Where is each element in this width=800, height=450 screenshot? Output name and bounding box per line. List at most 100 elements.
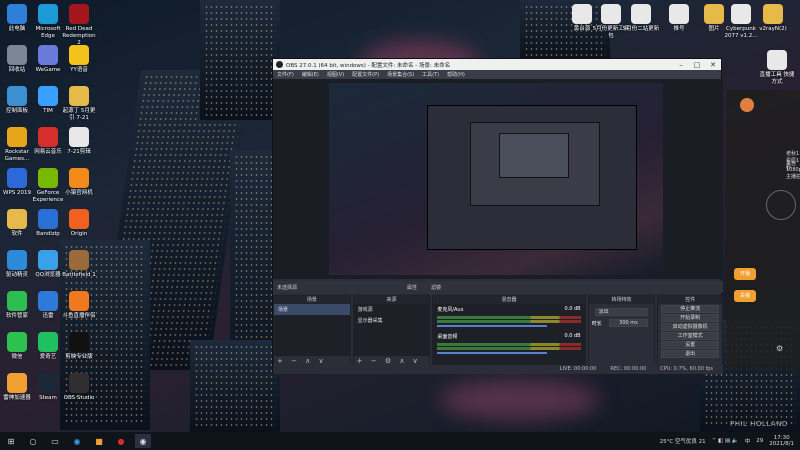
app-icon [69,250,89,270]
volume-slider[interactable] [437,325,548,327]
app-icon [7,373,27,393]
menu-tools[interactable]: 工具(T) [422,71,439,78]
app-icon [38,168,58,188]
desktop-icon[interactable]: 7-21剪辑 [60,127,98,156]
audio-meter [437,320,581,323]
menu-scene-collection[interactable]: 场景集合(S) [387,71,414,78]
close-icon[interactable]: ✕ [705,61,721,69]
duration-input[interactable]: 300 ms [608,319,649,327]
scene-item[interactable]: 场景 [274,304,350,315]
desktop-icon[interactable]: Red Dead Redemption 2 [60,4,98,47]
edge-icon[interactable]: ◉ [69,434,85,448]
app-icon [7,250,27,270]
exit-button[interactable]: 退出 [661,350,720,358]
volume-slider[interactable] [437,352,548,354]
search-icon[interactable]: ○ [25,434,41,448]
menu-file[interactable]: 文件(F) [277,71,294,78]
app-icon [763,4,783,24]
weather-widget[interactable]: 25°C 空气优良 21 [660,437,706,445]
gear-icon[interactable]: ⚙ [776,344,783,353]
tray-icons[interactable]: ⌃ ◧ ▤ 🔈 [712,438,739,444]
desktop-icon[interactable]: 起源丁 5月更引 7-21 [60,86,98,122]
sources-title: 来源 [353,296,430,304]
start-recording-button[interactable]: 开始录制 [661,314,720,322]
mixer-channel-db: 0.0 dB [564,306,581,312]
task-view-icon[interactable]: ▭ [47,434,63,448]
streaming-app-panel: 老秋1 看原1秒 来自1080p 主播拍 开播 关播 ⚙ [726,90,800,370]
menu-view[interactable]: 视图(V) [327,71,344,78]
desktop-icon-label: Origin [70,231,88,237]
app-icon [572,4,592,24]
desktop-icon[interactable]: YY语音 [60,45,98,74]
obs-menubar: 文件(F) 编辑(E) 视图(V) 配置文件(P) 场景集合(S) 工具(T) … [273,70,721,79]
minimize-icon[interactable]: – [673,61,689,69]
desktop-icon-label: OBS Studio [63,395,95,401]
desktop-icon[interactable]: Battlefield 1 [60,250,98,279]
settings-button[interactable]: 设置 [661,341,720,349]
menu-help[interactable]: 帮助(H) [447,71,465,78]
app-icon [69,86,89,106]
desktop-icon[interactable]: Origin [60,209,98,238]
start-live-button[interactable]: 开播 [734,268,756,280]
transitions-dock: 转场特效 淡出 时长 300 ms [587,295,656,367]
stop-stream-button[interactable]: 停止推流 [661,305,720,313]
preview-nested-obs [427,105,637,250]
taskbar: ⊞ ○ ▭ ◉ ■ ● ◉ 25°C 空气优良 21 ⌃ ◧ ▤ 🔈 中 29 … [0,432,800,450]
source-item[interactable]: 游戏源 [354,304,430,315]
app-icon [731,4,751,24]
desktop-icon[interactable]: 小猿官网机 [60,168,98,197]
scenes-title: 场景 [274,296,350,304]
menu-profile[interactable]: 配置文件(P) [352,71,379,78]
menu-edit[interactable]: 编辑(E) [302,71,319,78]
desktop-icon-label: 直播工具 快捷方式 [759,72,795,85]
watermark: PHIL HOLLAND [730,420,788,428]
desktop-icon[interactable]: 直播工具 快捷方式 [758,50,796,86]
desktop-icon[interactable]: v2rayN(2) [754,4,792,33]
windows-start-icon[interactable]: ⊞ [3,434,19,448]
app-icon [669,4,689,24]
app-icon [7,86,27,106]
clock[interactable]: 17:30 2021/8/1 [769,435,794,447]
studio-mode-button[interactable]: 工作室模式 [661,332,720,340]
app-icon [7,209,27,229]
app-icon [631,4,651,24]
stream-info-2: 来自1080p 主播拍 [786,161,800,180]
clock-date: 2021/8/1 [769,441,794,447]
desktop-icon[interactable]: 斗鱼直播伴侣 [60,291,98,320]
notification-badge[interactable]: 29 [756,438,763,444]
source-item[interactable]: 显示器采集 [354,315,430,326]
avatar[interactable] [740,98,754,112]
audio-meter [437,347,581,350]
record-button[interactable] [766,190,796,220]
mixer-channel-db: 0.0 dB [564,333,581,339]
scenes-dock: 场景 场景 + − ∧ ∨ [273,295,351,367]
app-icon[interactable]: ■ [91,434,107,448]
transition-select[interactable]: 淡出 [594,308,649,316]
maximize-icon[interactable]: □ [689,61,705,69]
stop-live-button[interactable]: 关播 [734,290,756,302]
language-indicator[interactable]: 中 [745,437,751,445]
preview-canvas[interactable] [273,79,723,279]
mixer-channel-name: 麦克风/Aux [437,307,464,313]
mixer-channel-name: 桌面音频 [437,334,458,340]
app-icon [38,86,58,106]
app-icon [7,168,27,188]
app-icon [69,332,89,352]
desktop-icon[interactable]: OBS Studio [60,373,98,402]
preview-nested-obs-3 [499,133,569,178]
app-icon [7,127,27,147]
netease-icon[interactable]: ● [113,434,129,448]
controls-dock: 控件 停止推流 开始录制 启动虚拟摄像机 工作室模式 设置 退出 [657,295,724,367]
properties-button[interactable]: 属性 [407,284,417,291]
desktop-icon[interactable]: 5月份二站更新 [622,4,660,33]
virtual-camera-button[interactable]: 启动虚拟摄像机 [661,323,720,331]
desktop-icon[interactable]: 剪映专业版 [60,332,98,361]
desktop-icon-label: 斗鱼直播伴侣 [62,313,96,319]
obs-window[interactable]: OBS 27.0.1 (64 bit, windows) - 配置文件: 未命名… [272,58,724,374]
app-icon [704,4,724,24]
obs-taskbar-icon[interactable]: ◉ [135,434,151,448]
desktop-icon[interactable]: 推号 [660,4,698,33]
app-icon [38,291,58,311]
filters-button[interactable]: 滤镜 [431,284,441,291]
obs-titlebar[interactable]: OBS 27.0.1 (64 bit, windows) - 配置文件: 未命名… [273,59,721,70]
